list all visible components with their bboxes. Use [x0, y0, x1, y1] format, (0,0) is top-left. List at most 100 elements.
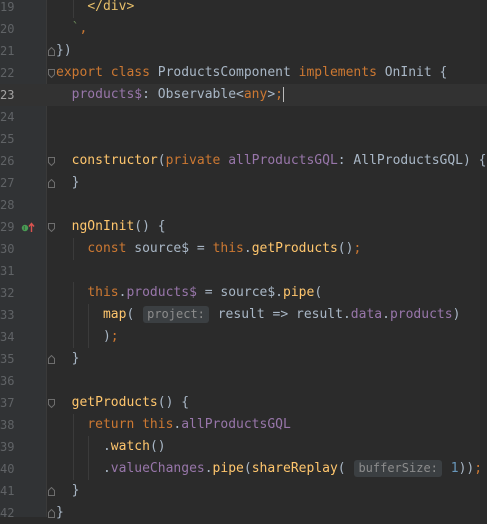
code-token: </div> [87, 0, 135, 14]
code-token: return this [87, 417, 174, 432]
code-token: } [71, 351, 80, 366]
fold-end-icon[interactable] [48, 487, 55, 496]
line-number: 37 [0, 396, 15, 410]
code-text: constructor(private allProductsGQL: AllP… [56, 150, 487, 172]
code-text: .valueChanges.pipe(shareReplay( bufferSi… [56, 458, 482, 480]
code-token: allProductsGQL [181, 417, 291, 432]
line-number: 35 [0, 352, 15, 366]
code-token: 1 [450, 461, 459, 476]
code-token: () { [157, 395, 190, 410]
code-line[interactable]: 34 ); [0, 326, 487, 348]
code-token: implements [298, 65, 385, 80]
code-line[interactable]: 42} [0, 502, 487, 524]
code-token: shareReplay [251, 461, 338, 476]
text-caret [283, 87, 284, 102]
code-token: , [79, 21, 88, 36]
line-number: 39 [0, 440, 15, 454]
code-token: private [165, 153, 229, 168]
code-token: any [243, 87, 268, 102]
line-number: 25 [0, 132, 15, 146]
code-line[interactable]: 41 } [0, 480, 487, 502]
code-line[interactable]: 33 map( project: result => result.data.p… [0, 304, 487, 326]
code-line[interactable]: 32 this.products$ = source$.pipe( [0, 282, 487, 304]
code-line[interactable]: 24 [0, 106, 487, 128]
line-number: 26 [0, 154, 15, 168]
code-token: ( [243, 461, 252, 476]
fold-start-icon[interactable] [48, 69, 55, 78]
code-text: export class ProductsComponent implement… [56, 62, 447, 84]
line-number: 38 [0, 418, 15, 432]
line-number: 23 [0, 88, 15, 102]
fold-end-icon[interactable] [48, 47, 55, 56]
code-token: ; [275, 87, 283, 102]
code-token: > [267, 87, 276, 102]
code-line[interactable]: 35 } [0, 348, 487, 370]
code-line[interactable]: 19 </div> [0, 0, 487, 18]
code-token: products [389, 307, 453, 322]
code-token: ; [353, 241, 362, 256]
code-token: pipe [283, 285, 315, 300]
line-number: 41 [0, 484, 15, 498]
code-line[interactable]: 40 .valueChanges.pipe(shareReplay( buffe… [0, 458, 487, 480]
code-token: this [87, 285, 119, 300]
parameter-hint: project: [143, 306, 209, 323]
line-number: 30 [0, 242, 15, 256]
code-token: : AllProductsGQL) { [337, 153, 487, 168]
code-text: `, [56, 18, 88, 40]
code-token: products$ [71, 87, 143, 102]
code-token: () [149, 439, 166, 454]
code-token: ( [126, 307, 143, 322]
code-text: map( project: result => result.data.prod… [56, 304, 460, 326]
line-number: 36 [0, 374, 15, 388]
code-line[interactable]: 31 [0, 260, 487, 282]
code-text: </div> [56, 0, 134, 18]
code-line[interactable]: 30 const source$ = this.getProducts(); [0, 238, 487, 260]
code-line[interactable]: 27 } [0, 172, 487, 194]
code-token: ProductsComponent [157, 65, 299, 80]
code-line[interactable]: 28 [0, 194, 487, 216]
code-line[interactable]: 20 `, [0, 18, 487, 40]
code-line[interactable]: 38 return this.allProductsGQL [0, 414, 487, 436]
fold-start-icon[interactable] [48, 399, 55, 408]
code-token: . [204, 461, 213, 476]
code-line[interactable]: 21}) [0, 40, 487, 62]
code-token: pipe [212, 461, 244, 476]
code-line[interactable]: 39 .watch() [0, 436, 487, 458]
fold-end-icon[interactable] [48, 179, 55, 188]
code-token: constructor [71, 153, 158, 168]
fold-end-icon[interactable] [48, 355, 55, 364]
implements-method-icon[interactable]: I [21, 222, 35, 233]
code-text: products$: Observable<any>; [56, 84, 284, 106]
code-line[interactable]: 23 products$: Observable<any>; [0, 84, 487, 106]
code-line[interactable]: 26 constructor(private allProductsGQL: A… [0, 150, 487, 172]
code-token: ) [452, 307, 461, 322]
code-line[interactable]: 36 [0, 370, 487, 392]
code-token: allProductsGQL [228, 153, 338, 168]
line-number: 27 [0, 176, 15, 190]
code-text: const source$ = this.getProducts(); [56, 238, 361, 260]
fold-start-icon[interactable] [48, 223, 55, 232]
code-token: } [71, 483, 80, 498]
code-token: OnInit { [384, 65, 448, 80]
code-token: () [337, 241, 354, 256]
code-line[interactable]: 37 getProducts() { [0, 392, 487, 414]
code-token: ( [314, 285, 323, 300]
line-number: 32 [0, 286, 15, 300]
line-number: 34 [0, 330, 15, 344]
code-text: } [56, 502, 64, 524]
code-token: } [71, 175, 80, 190]
code-line[interactable]: 29 I ngOnInit() { [0, 216, 487, 238]
code-token: }) [56, 43, 72, 58]
code-token: export class [56, 65, 158, 80]
code-line[interactable]: 25 [0, 128, 487, 150]
line-number: 22 [0, 66, 15, 80]
code-text: .watch() [56, 436, 166, 458]
code-line[interactable]: 22 export class ProductsComponent impleme… [0, 62, 487, 84]
code-text: }) [56, 40, 72, 62]
line-number: 31 [0, 264, 15, 278]
parameter-hint: bufferSize: [354, 460, 442, 477]
code-token: . [382, 307, 390, 322]
line-number: 28 [0, 198, 15, 212]
fold-start-icon[interactable] [48, 157, 55, 166]
